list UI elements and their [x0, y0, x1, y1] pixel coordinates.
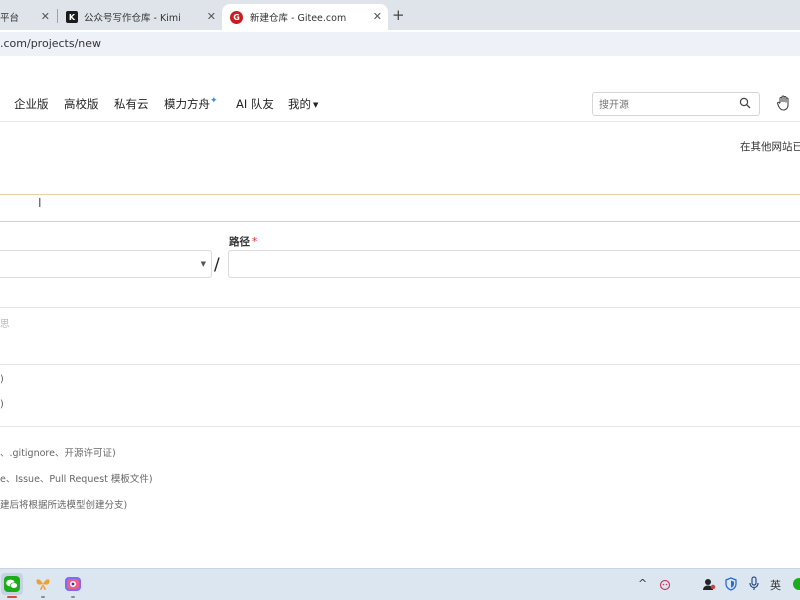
description-textarea[interactable] [0, 307, 800, 365]
tab-title: 新建仓库 - Gitee.com [250, 13, 347, 24]
microphone-icon[interactable] [748, 576, 760, 591]
text-cursor-icon: I [38, 196, 42, 210]
required-mark: * [252, 236, 258, 248]
raised-hand-icon[interactable] [775, 94, 793, 112]
tray-user-icon[interactable] [702, 577, 716, 591]
nav-item-label: 模力方舟 [164, 97, 210, 111]
tray-pet-icon[interactable] [658, 577, 672, 591]
tray-expand-icon[interactable]: ^ [638, 577, 647, 590]
close-icon[interactable]: ✕ [373, 10, 382, 23]
running-indicator [41, 596, 45, 598]
browser-tab-1[interactable]: 平台 ✕ [0, 4, 56, 30]
nav-item-mine[interactable]: 我的 ▼ [288, 96, 318, 112]
new-tab-icon[interactable]: + [392, 6, 405, 24]
taskbar-app-wechat[interactable] [1, 573, 23, 598]
search-box[interactable] [592, 92, 760, 117]
description-placeholder: 思 [0, 319, 10, 330]
nav-item-ai-teammate[interactable]: AI 队友 [236, 96, 274, 112]
tab-title: 平台 [0, 13, 20, 24]
caret-down-icon: ▼ [313, 101, 319, 109]
visibility-option-text: ) [0, 374, 4, 385]
path-input[interactable] [228, 250, 800, 278]
camera-app-icon [65, 577, 81, 591]
template-file-option[interactable]: e、Issue、Pull Request 模板文件) [0, 471, 153, 485]
gitee-logo-icon: G [230, 10, 243, 24]
nav-item-education[interactable]: 高校版 [64, 96, 99, 112]
nav-item-moli[interactable]: 模力方舟✦ [164, 96, 218, 112]
shield-icon[interactable] [724, 577, 738, 591]
dropdown-arrow-icon: ▼ [200, 260, 206, 268]
url-text: .com/projects/new [0, 37, 102, 50]
taskbar: ^ 英 [0, 568, 800, 600]
init-repo-option[interactable]: 、.gitignore、开源许可证) [0, 445, 116, 459]
nav-item-label: 我的 [288, 97, 311, 111]
path-label: 路径 * [229, 234, 257, 249]
url-field[interactable] [0, 32, 800, 56]
path-label-text: 路径 [229, 236, 250, 248]
branch-model-option[interactable]: 建后将根据所选模型创建分支) [0, 497, 127, 511]
import-from-other-site-link[interactable]: 在其他网站已 [740, 139, 800, 154]
butterfly-icon [36, 579, 50, 590]
browser-tab-strip: 平台 ✕ K 公众号写作仓库 - Kimi ✕ G 新建仓库 - Gitee.c… [0, 0, 800, 30]
close-icon[interactable]: ✕ [41, 10, 50, 23]
tray-status-icon[interactable] [792, 577, 800, 591]
taskbar-app-camera[interactable] [62, 573, 84, 598]
browser-tab-2[interactable]: K 公众号写作仓库 - Kimi ✕ [58, 4, 222, 30]
search-icon[interactable] [739, 97, 751, 109]
address-bar: .com/projects/new [0, 30, 800, 58]
path-separator: / [214, 255, 220, 275]
running-indicator [71, 596, 75, 598]
nav-item-enterprise[interactable]: 企业版 [14, 96, 49, 112]
taskbar-app-butterfly[interactable] [32, 573, 54, 598]
owner-select[interactable]: ▼ [0, 250, 212, 278]
visibility-option-text: ) [0, 399, 4, 410]
repo-name-input[interactable] [0, 194, 800, 222]
wechat-icon [4, 576, 20, 592]
active-indicator [7, 596, 17, 598]
input-language-indicator[interactable]: 英 [770, 577, 781, 593]
tab-title: 公众号写作仓库 - Kimi [84, 13, 181, 24]
visibility-section [0, 365, 800, 427]
browser-tab-3-active[interactable]: G 新建仓库 - Gitee.com ✕ [222, 4, 388, 30]
close-icon[interactable]: ✕ [207, 10, 216, 23]
kimi-logo-icon: K [66, 11, 78, 23]
sparkle-icon: ✦ [210, 96, 218, 106]
nav-item-private-cloud[interactable]: 私有云 [114, 96, 149, 112]
search-input[interactable] [599, 94, 729, 117]
